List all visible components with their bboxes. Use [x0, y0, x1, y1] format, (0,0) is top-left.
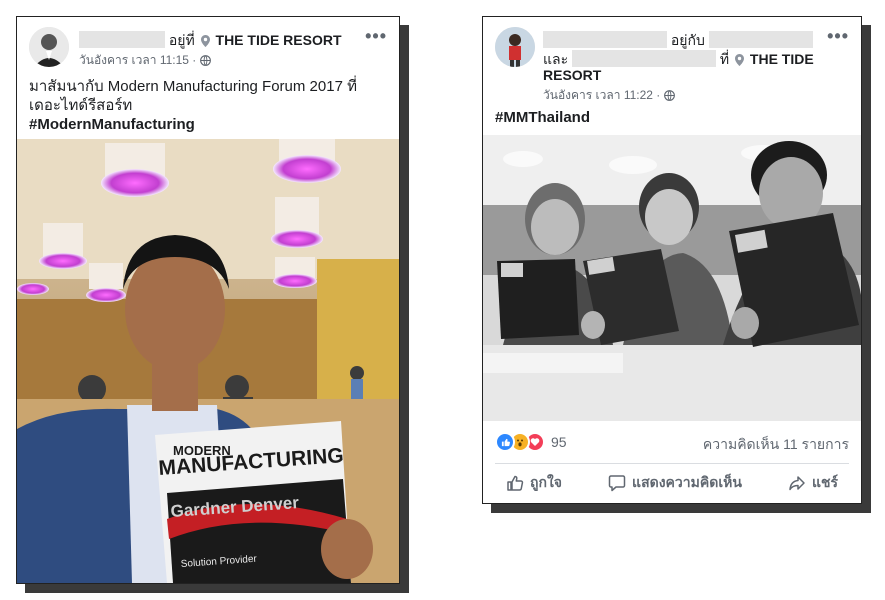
author-name-redacted[interactable] — [543, 31, 667, 48]
post-card-left: อยู่ที่ THE TIDE RESORT วันอังคาร เวลา 1… — [16, 16, 400, 584]
post-timestamp-row: วันอังคาร เวลา 11:15 · — [79, 51, 211, 70]
hashtag-link[interactable]: #ModernManufacturing — [29, 115, 385, 134]
reaction-count: 95 — [551, 434, 567, 450]
tagged-friend-redacted[interactable] — [572, 50, 717, 67]
post-timestamp[interactable]: วันอังคาร เวลา 11:22 · — [543, 88, 660, 102]
comment-button[interactable]: แสดงความคิดเห็น — [608, 472, 742, 494]
caption-text: มาสัมนากับ Modern Manufacturing Forum 20… — [29, 78, 357, 114]
location-pin-icon — [735, 54, 745, 66]
thumbs-up-icon — [507, 475, 524, 491]
reactions-summary[interactable]: 95 — [495, 432, 567, 452]
post-author-line: อยู่กับ — [543, 31, 823, 49]
more-icon[interactable]: ••• — [365, 26, 387, 47]
hashtag-link[interactable]: #MMThailand — [495, 108, 590, 127]
like-label: ถูกใจ — [530, 474, 563, 490]
globe-icon — [663, 90, 675, 101]
and-prefix: และ — [543, 51, 569, 67]
comment-count-link[interactable]: ความคิดเห็น 11 รายการ — [703, 434, 849, 456]
share-button[interactable]: แชร์ — [788, 472, 838, 494]
location-link[interactable]: THE TIDE RESORT — [216, 32, 342, 48]
comment-label: แสดงความคิดเห็น — [632, 474, 742, 490]
like-button[interactable]: ถูกใจ — [506, 472, 562, 494]
comment-bubble-icon — [608, 475, 626, 492]
post-caption: มาสัมนากับ Modern Manufacturing Forum 20… — [29, 77, 385, 134]
share-label: แชร์ — [811, 474, 838, 490]
location-pin-icon — [200, 35, 210, 47]
with-prefix: อยู่กับ — [670, 32, 705, 48]
post-author-line-2: และ ที่ THE TIDE — [543, 50, 823, 68]
avatar[interactable] — [495, 27, 535, 67]
location-link-continued[interactable]: RESORT — [543, 67, 601, 84]
magazine-shape: MODERN MANUFACTURING Gardner Denver Solu… — [155, 421, 373, 583]
globe-icon — [199, 55, 211, 66]
post-action-bar: ถูกใจ แสดงความคิดเห็น แชร์ — [483, 467, 861, 499]
tagged-friend-redacted[interactable] — [708, 31, 813, 48]
action-divider — [495, 463, 849, 464]
author-name-redacted[interactable] — [79, 31, 165, 48]
post-card-right: อยู่กับ และ ที่ THE TIDE RESORT วันอังคา… — [482, 16, 862, 504]
post-timestamp[interactable]: วันอังคาร เวลา 11:15 · — [79, 53, 196, 67]
post-author-line: อยู่ที่ THE TIDE RESORT — [79, 31, 342, 49]
post-photo[interactable]: MODERN MANUFACTURING Gardner Denver Solu… — [17, 139, 399, 583]
post-timestamp-row: วันอังคาร เวลา 11:22 · — [543, 86, 675, 105]
location-prefix: ที่ — [719, 51, 730, 67]
post-photo[interactable] — [483, 135, 861, 421]
avatar[interactable] — [29, 27, 69, 67]
like-reaction-icon — [495, 432, 515, 452]
location-link[interactable]: THE TIDE — [750, 51, 814, 67]
location-prefix: อยู่ที่ — [168, 32, 195, 48]
more-icon[interactable]: ••• — [827, 26, 849, 47]
share-arrow-icon — [789, 476, 805, 491]
